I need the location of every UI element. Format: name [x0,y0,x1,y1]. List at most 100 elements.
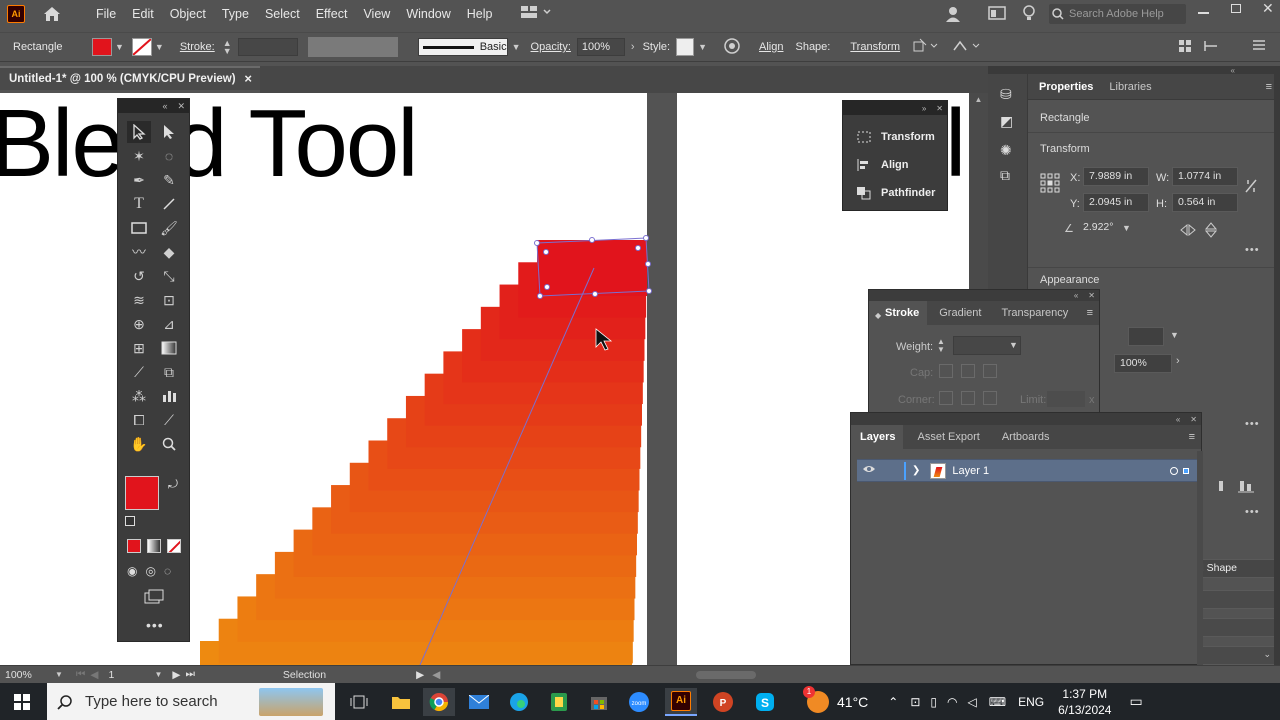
blend-step-rect[interactable] [537,240,647,296]
none-mode-icon[interactable] [167,539,181,553]
shape-builder-tool-icon[interactable]: ⊕ [127,313,151,335]
eyedropper-tool-icon[interactable]: ⟋ [127,361,151,383]
mail-icon[interactable] [463,688,495,716]
constrain-proportions-icon[interactable] [1244,178,1258,197]
limit-field[interactable] [1047,391,1085,407]
keyboard-icon[interactable]: ⌨ [989,695,1006,709]
skype-icon[interactable]: S [749,688,781,716]
menu-object[interactable]: Object [162,7,214,21]
selection-handle[interactable] [635,245,641,251]
workspace-switcher-icon[interactable] [520,5,551,22]
brushes-panel-icon[interactable]: ⛁ [1000,86,1027,103]
selection-handle[interactable] [589,237,595,243]
scale-tool-icon[interactable]: ⤡ [157,265,181,287]
expand-layer-chevron-icon[interactable]: ❯ [912,465,920,476]
brush-definition-field[interactable]: Basic [417,38,508,56]
selection-handle[interactable] [543,249,549,255]
menu-edit[interactable]: Edit [124,7,162,21]
swap-fill-stroke-icon[interactable]: ⤾ [168,477,178,492]
previous-artboard-icon[interactable]: ◀ [90,669,98,681]
magic-wand-tool-icon[interactable]: ✶ [127,145,151,167]
volume-icon[interactable]: ◁ [968,695,977,709]
chrome-icon[interactable] [423,687,455,716]
panel-menu-icon[interactable] [1252,39,1266,54]
projecting-cap-icon[interactable] [983,364,997,378]
color-mode-icon[interactable] [127,539,141,553]
input-language[interactable]: ENG [1018,695,1044,709]
tab-gradient[interactable]: Gradient [931,301,989,325]
selection-handle[interactable] [646,288,652,294]
direct-selection-tool-icon[interactable] [157,121,181,143]
flip-vertical-icon[interactable] [1204,222,1218,241]
graphic-style-swatch[interactable] [676,38,695,56]
gradient-tool-icon[interactable] [157,337,181,359]
show-hidden-icons-chevron[interactable]: ⌃ [888,695,898,709]
selection-tool-icon[interactable] [127,121,151,143]
column-graph-tool-icon[interactable] [157,385,181,407]
layer-row[interactable]: ❯ Layer 1 [857,459,1197,482]
target-circle-icon[interactable] [1170,466,1178,475]
selection-handle[interactable] [534,240,540,246]
collapse-icon[interactable]: « [162,101,167,111]
transform-link[interactable]: Transform [850,41,900,53]
chevron-down-icon[interactable]: ▼ [154,670,162,679]
tab-asset-export[interactable]: Asset Export [909,425,987,449]
dock-collapse-bar[interactable]: « [988,66,1280,75]
line-segment-tool-icon[interactable] [157,193,181,215]
panel-link-pathfinder[interactable]: Pathfinder [843,179,947,207]
height-field[interactable]: 0.564 in [1172,193,1238,212]
file-explorer-icon[interactable] [385,688,417,716]
wifi-icon[interactable]: ◠ [947,695,957,709]
stroke-label[interactable]: Stroke: [180,41,215,53]
files-app-icon[interactable] [543,688,575,716]
bevel-join-icon[interactable] [983,391,997,405]
more-options-icon[interactable]: ••• [1245,244,1260,256]
fill-color-swatch[interactable] [92,38,112,56]
pen-tool-icon[interactable]: ✒ [127,169,151,191]
chevron-down-icon[interactable]: ▼ [512,42,521,52]
menu-window[interactable]: Window [398,7,458,21]
floating-panel-header[interactable]: » ✕ [843,101,947,115]
last-artboard-icon[interactable]: ⏭ [185,668,194,681]
search-help-input[interactable]: Search Adobe Help [1049,4,1186,24]
opacity-field[interactable]: 100% [576,38,625,56]
reference-point-icon[interactable] [1040,173,1060,196]
task-view-icon[interactable] [343,688,375,716]
mesh-tool-icon[interactable]: ⊞ [127,337,151,359]
lasso-tool-icon[interactable]: ◌ [157,145,181,167]
selection-handle[interactable] [645,261,651,267]
stroke-color-swatch[interactable] [131,38,152,56]
edge-browser-icon[interactable] [503,688,535,716]
gradient-mode-icon[interactable] [147,539,161,553]
home-icon[interactable] [41,4,63,24]
hand-tool-icon[interactable]: ✋ [127,433,151,455]
dock-scrollbar[interactable] [1274,74,1280,665]
transform-options-icon[interactable] [912,38,938,57]
chevron-down-icon[interactable]: ▼ [55,670,63,679]
edit-toolbar-more-icon[interactable]: ••• [146,617,164,633]
tab-artboards[interactable]: Artboards [994,425,1058,449]
close-panel-icon[interactable]: ✕ [177,101,185,112]
panel-link-align[interactable]: Align [843,151,947,179]
miter-join-icon[interactable] [939,391,953,405]
close-window-icon[interactable]: ✕ [1262,0,1274,17]
menu-effect[interactable]: Effect [308,7,356,21]
windows-start-icon[interactable] [6,688,38,716]
tab-properties[interactable]: Properties [1031,75,1101,99]
collapse-icon[interactable]: « [1176,415,1180,424]
tab-transparency[interactable]: Transparency [993,301,1076,325]
status-menu-arrow-icon[interactable]: ▶ [416,669,424,681]
flip-horizontal-icon[interactable] [1180,223,1196,239]
visibility-eye-icon[interactable] [862,464,892,477]
isolation-mode-icon[interactable] [1178,39,1192,56]
artboard-tool-icon[interactable]: ⧠ [127,409,151,431]
curvature-tool-icon[interactable]: ✎ [157,169,181,191]
align-bottom-icon[interactable] [1218,478,1258,497]
more-options-icon[interactable]: ••• [1245,506,1260,518]
perspective-grid-tool-icon[interactable]: ⊿ [157,313,181,335]
network-icon[interactable]: ⊡ [910,695,920,709]
close-panel-icon[interactable]: ✕ [1190,415,1197,424]
symbol-sprayer-tool-icon[interactable]: ⁂ [127,385,151,407]
screen-mode-icon[interactable] [144,589,164,608]
selection-handle[interactable] [537,293,543,299]
